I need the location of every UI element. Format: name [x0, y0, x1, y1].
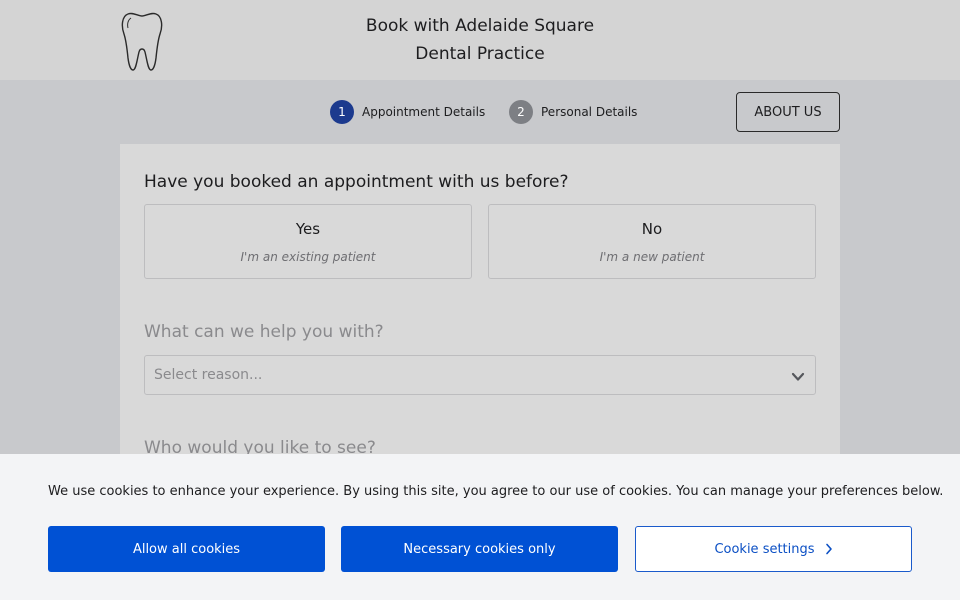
cookie-message: We use cookies to enhance your experienc… [48, 484, 944, 499]
necessary-cookies-only-button[interactable]: Necessary cookies only [341, 526, 618, 572]
page-title: Book with Adelaide Square Dental Practic… [330, 12, 630, 68]
choice-subtitle: I'm an existing patient [240, 250, 376, 264]
allow-all-cookies-button[interactable]: Allow all cookies [48, 526, 325, 572]
step-number-badge: 2 [509, 100, 533, 124]
cookie-settings-label: Cookie settings [714, 541, 815, 557]
choice-subtitle: I'm a new patient [599, 250, 705, 264]
chevron-down-icon [791, 372, 805, 381]
site-header: Book with Adelaide Square Dental Practic… [0, 0, 960, 80]
step-appointment-details[interactable]: 1 Appointment Details [330, 100, 485, 124]
reason-select-placeholder: Select reason... [154, 367, 263, 383]
about-us-button[interactable]: ABOUT US [736, 92, 840, 132]
step-label: Appointment Details [362, 105, 486, 119]
question-help-with: What can we help you with? [144, 322, 384, 342]
page-title-line2: Dental Practice [415, 44, 545, 64]
reason-select[interactable]: Select reason... [144, 355, 816, 395]
question-booked-before: Have you booked an appointment with us b… [144, 172, 569, 192]
step-personal-details[interactable]: 2 Personal Details [509, 100, 637, 124]
cookie-settings-button[interactable]: Cookie settings [635, 526, 912, 572]
choice-no-new-patient[interactable]: No I'm a new patient [488, 204, 816, 279]
choice-title: Yes [295, 220, 321, 238]
step-label: Personal Details [541, 105, 638, 119]
choice-yes-existing-patient[interactable]: Yes I'm an existing patient [144, 204, 472, 279]
step-number-badge: 1 [330, 100, 354, 124]
page-title-line1: Book with Adelaide Square [365, 16, 595, 36]
tooth-icon [121, 12, 163, 71]
choice-title: No [641, 220, 663, 238]
cookie-banner: We use cookies to enhance your experienc… [0, 454, 960, 600]
chevron-right-icon [825, 543, 832, 555]
